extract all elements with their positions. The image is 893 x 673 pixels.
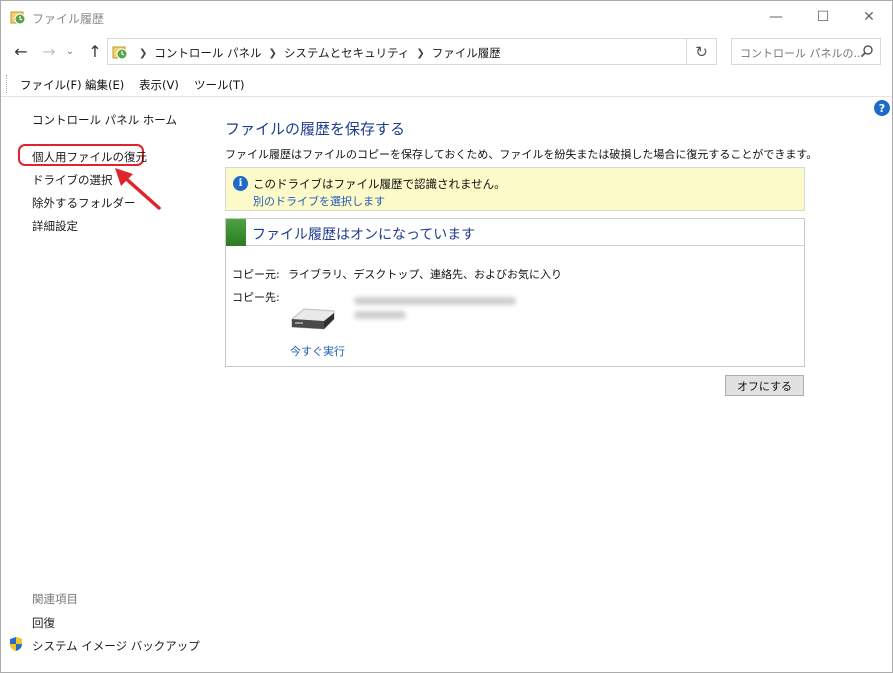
maximize-icon: ☐ bbox=[816, 9, 830, 25]
address-bar[interactable]: ❯ コントロール パネル ❯ システムとセキュリティ ❯ ファイル履歴 ⌵ bbox=[107, 38, 774, 65]
breadcrumb-file-history[interactable]: ファイル履歴 bbox=[432, 45, 501, 61]
help-icon[interactable]: ? bbox=[874, 100, 890, 116]
close-button[interactable]: ✕ bbox=[846, 1, 892, 33]
arrow-right-icon: → bbox=[42, 41, 56, 61]
close-icon: ✕ bbox=[863, 9, 875, 25]
menu-bar: ファイル(F) 編集(E) 表示(V) ツール(T) bbox=[1, 71, 892, 97]
blurred-drive-info bbox=[354, 295, 524, 325]
red-arrow-annotation bbox=[115, 168, 161, 210]
run-now-link[interactable]: 今すぐ実行 bbox=[290, 343, 345, 359]
breadcrumb-control-panel[interactable]: コントロール パネル bbox=[154, 45, 261, 61]
copy-from-value: ライブラリ、デスクトップ、連絡先、およびお気に入り bbox=[288, 268, 563, 281]
breadcrumb-system-security[interactable]: システムとセキュリティ bbox=[284, 45, 409, 61]
info-icon: i bbox=[233, 176, 248, 191]
title-bar: ファイル履歴 — ☐ ✕ bbox=[1, 1, 892, 33]
sidebar-item-system-image-backup[interactable]: システム イメージ バックアップ bbox=[32, 638, 200, 654]
chevron-right-icon[interactable]: ❯ bbox=[139, 48, 147, 59]
drive-icon bbox=[291, 308, 335, 330]
menu-grip bbox=[6, 75, 8, 93]
menu-file[interactable]: ファイル(F) bbox=[20, 77, 82, 93]
maximize-button[interactable]: ☐ bbox=[800, 1, 846, 33]
select-another-drive-link[interactable]: 別のドライブを選択します bbox=[253, 193, 385, 209]
back-button[interactable]: ← bbox=[11, 41, 31, 61]
arrow-left-icon: ← bbox=[14, 41, 28, 61]
search-input[interactable]: コントロール パネルの... bbox=[731, 38, 881, 65]
navigation-bar: ← → ⌄ ↑ ❯ コントロール パネル ❯ システムとセキュリティ ❯ ファイ… bbox=[1, 35, 892, 69]
status-panel: ファイル履歴はオンになっています コピー元: ライブラリ、デスクトップ、連絡先、… bbox=[225, 218, 805, 367]
recent-locations-button[interactable]: ⌄ bbox=[63, 41, 77, 61]
search-icon[interactable] bbox=[860, 44, 874, 58]
chevron-right-icon[interactable]: ❯ bbox=[269, 48, 277, 59]
related-heading: 関連項目 bbox=[32, 592, 78, 606]
search-placeholder: コントロール パネルの... bbox=[740, 47, 864, 60]
chevron-down-icon: ⌄ bbox=[65, 45, 75, 57]
file-history-icon bbox=[10, 11, 26, 25]
warning-text: このドライブはファイル履歴で認識されません。 bbox=[253, 177, 506, 191]
warning-box: i このドライブはファイル履歴で認識されません。 別のドライブを選択します bbox=[225, 167, 805, 211]
minimize-button[interactable]: — bbox=[753, 1, 799, 33]
shield-icon bbox=[10, 637, 22, 651]
minimize-icon: — bbox=[769, 9, 783, 25]
breadcrumb: ❯ コントロール パネル ❯ システムとセキュリティ ❯ ファイル履歴 bbox=[132, 45, 501, 61]
file-history-window: ファイル履歴 — ☐ ✕ ← → ⌄ ↑ ❯ コントロール パネル ❯ システム bbox=[0, 0, 893, 673]
refresh-button[interactable]: ↻ bbox=[687, 38, 717, 65]
status-title: ファイル履歴はオンになっています bbox=[252, 227, 476, 243]
arrow-up-icon: ↑ bbox=[88, 41, 102, 61]
file-history-icon bbox=[112, 46, 128, 60]
menu-edit[interactable]: 編集(E) bbox=[85, 77, 124, 93]
status-header: ファイル履歴はオンになっています bbox=[226, 219, 804, 246]
page-description: ファイル履歴はファイルのコピーを保存しておくため、ファイルを紛失または破損した場… bbox=[225, 148, 818, 161]
chevron-right-icon[interactable]: ❯ bbox=[416, 48, 424, 59]
page-title: ファイルの履歴を保存する bbox=[225, 120, 406, 138]
sidebar-item-recovery[interactable]: 回復 bbox=[32, 615, 55, 631]
forward-button[interactable]: → bbox=[39, 41, 59, 61]
sidebar-item-advanced-settings[interactable]: 詳細設定 bbox=[32, 218, 78, 234]
turn-off-button[interactable]: オフにする bbox=[725, 375, 804, 396]
sidebar-item-home[interactable]: コントロール パネル ホーム bbox=[32, 112, 177, 128]
menu-view[interactable]: 表示(V) bbox=[139, 77, 179, 93]
copy-from-label: コピー元: bbox=[232, 268, 280, 281]
status-indicator bbox=[226, 219, 246, 246]
window-title: ファイル履歴 bbox=[32, 12, 105, 26]
left-pane: コントロール パネル ホーム 個人用ファイルの復元 ドライブの選択 除外するフォ… bbox=[1, 98, 206, 672]
copy-to-label: コピー先: bbox=[232, 291, 280, 304]
refresh-icon: ↻ bbox=[695, 42, 708, 61]
up-button[interactable]: ↑ bbox=[85, 41, 105, 61]
menu-tools[interactable]: ツール(T) bbox=[194, 77, 245, 93]
sidebar-item-select-drive[interactable]: ドライブの選択 bbox=[32, 172, 113, 188]
